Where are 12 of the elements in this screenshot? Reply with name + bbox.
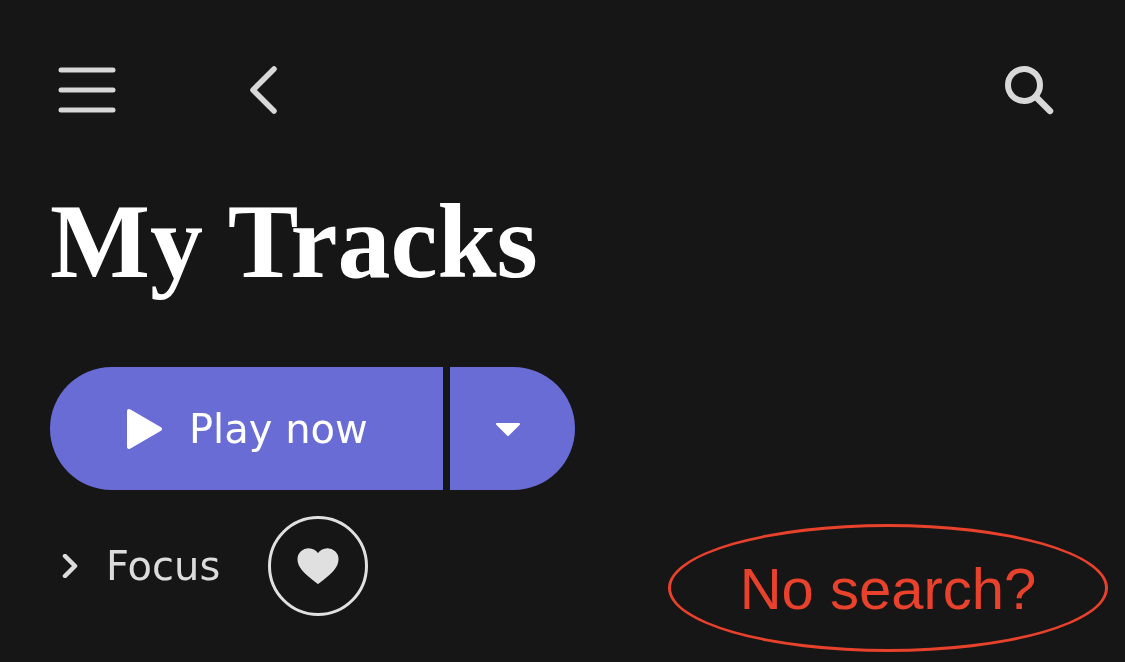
annotation-note: No search? [668, 524, 1108, 652]
dropdown-button[interactable] [450, 367, 575, 491]
search-icon[interactable] [1003, 64, 1055, 116]
heart-icon [297, 547, 340, 586]
play-now-button[interactable]: Play now [50, 367, 443, 491]
favorite-button[interactable] [268, 516, 369, 617]
back-icon[interactable] [248, 65, 278, 115]
focus-toggle[interactable]: Focus [58, 543, 221, 590]
play-icon [125, 407, 163, 450]
caret-icon [494, 421, 521, 436]
page-title: My Tracks [50, 182, 538, 302]
menu-icon[interactable] [58, 66, 116, 114]
